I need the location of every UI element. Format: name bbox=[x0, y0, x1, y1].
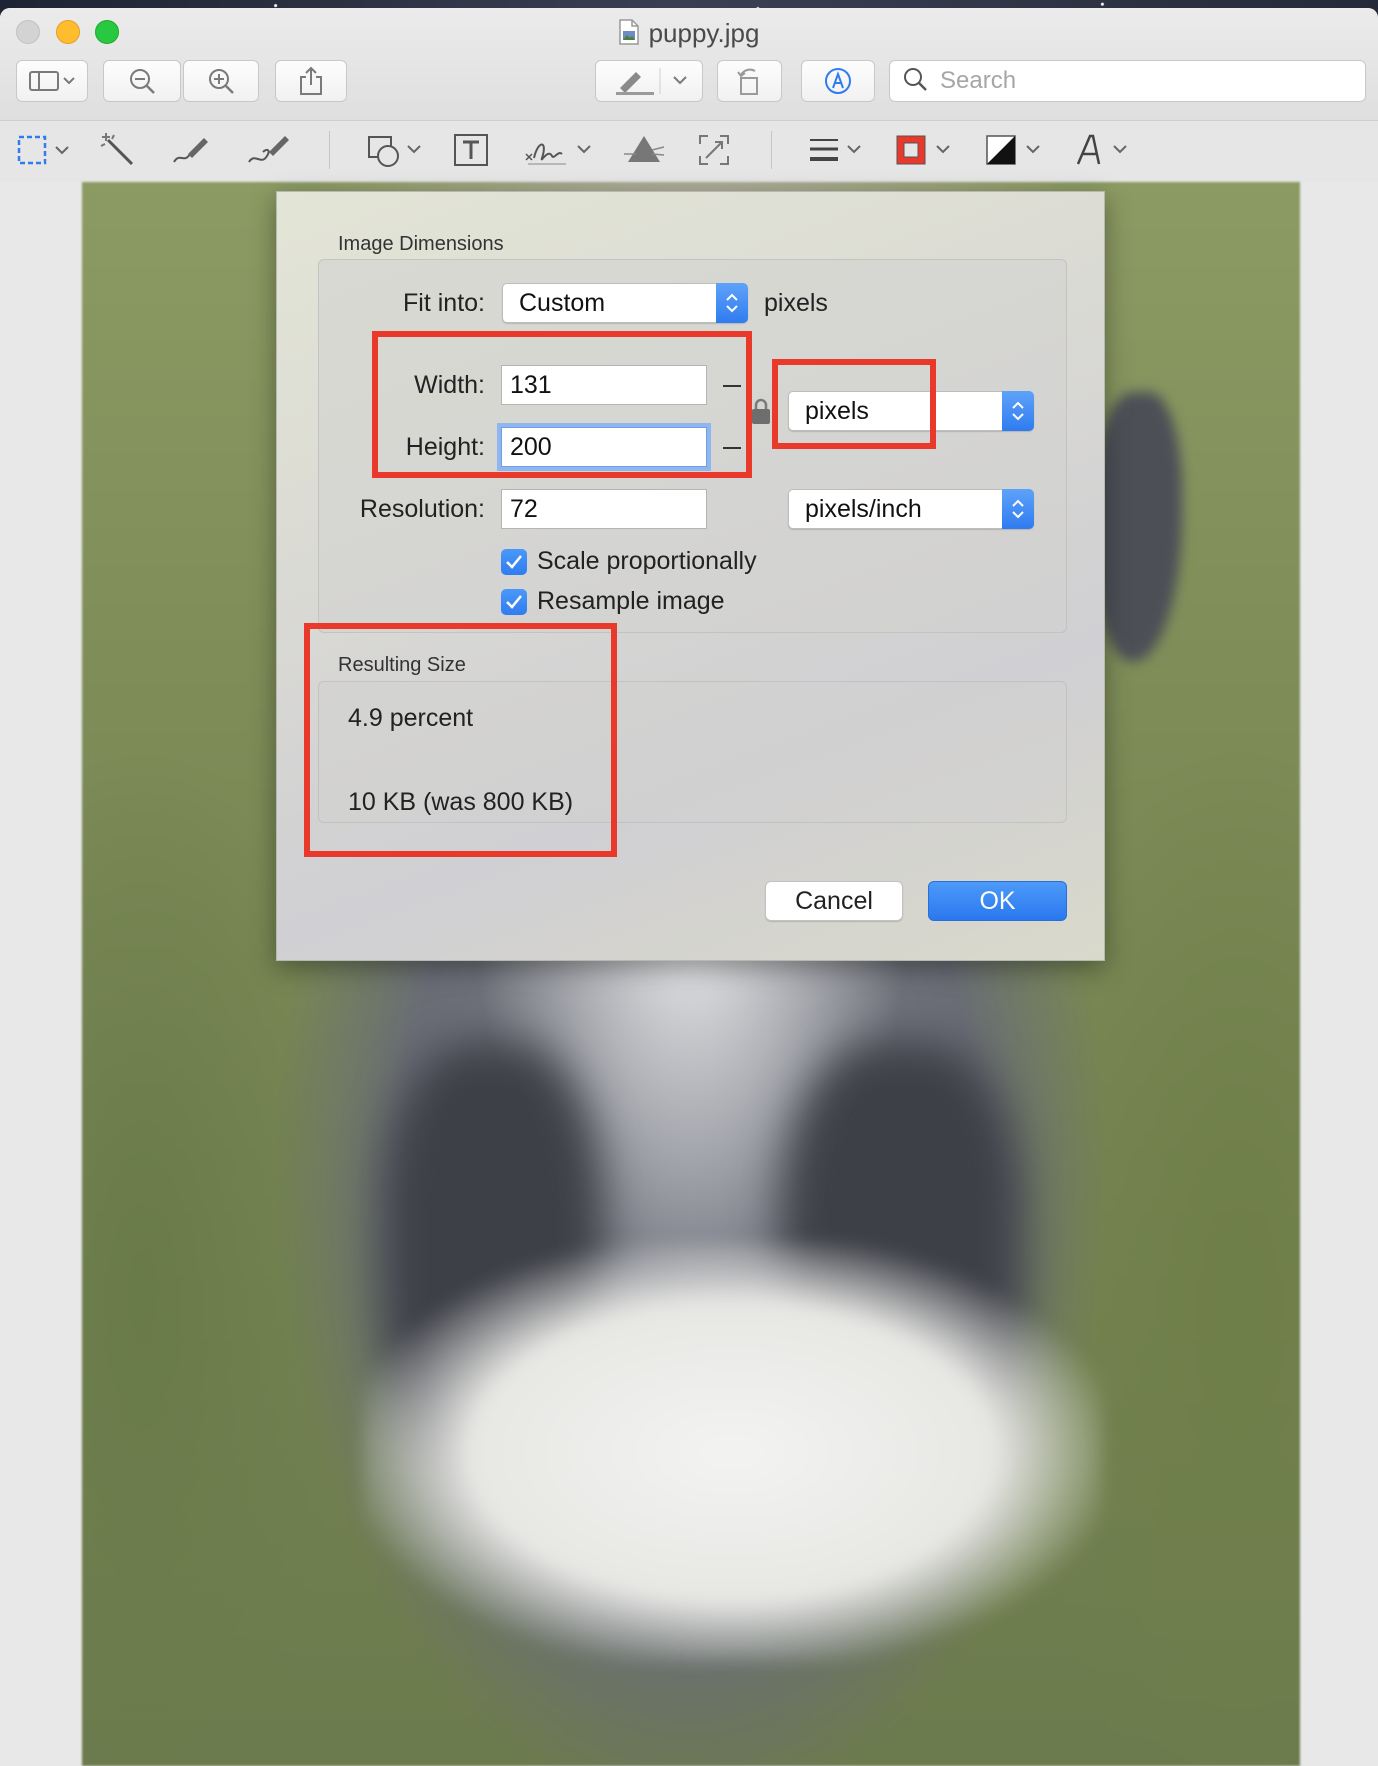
fill-color-icon bbox=[985, 132, 1047, 173]
draw-icon bbox=[245, 132, 293, 173]
window-title: puppy.jpg bbox=[0, 18, 1378, 49]
up-down-arrows-icon bbox=[1002, 489, 1034, 529]
resample-image-checkbox[interactable]: Resample image bbox=[501, 587, 725, 616]
adjust-size-button[interactable] bbox=[698, 133, 730, 171]
sidebar-icon bbox=[28, 69, 76, 93]
shapes-button[interactable] bbox=[366, 133, 428, 171]
window-titlebar: puppy.jpg bbox=[0, 8, 1378, 183]
fill-color-button[interactable] bbox=[985, 133, 1047, 171]
instant-alpha-button[interactable] bbox=[100, 132, 136, 173]
up-down-arrows-icon bbox=[716, 283, 748, 323]
toolbar-divider bbox=[771, 131, 772, 169]
resample-image-label: Resample image bbox=[537, 587, 725, 615]
puppy-ear bbox=[1092, 392, 1182, 662]
markup-toolbar-button[interactable] bbox=[801, 60, 875, 102]
window-title-text: puppy.jpg bbox=[648, 18, 760, 48]
search-field[interactable] bbox=[889, 60, 1366, 102]
draw-button[interactable] bbox=[245, 133, 293, 171]
checkmark-icon bbox=[501, 548, 527, 575]
prism-icon bbox=[622, 132, 666, 173]
shape-style-button[interactable] bbox=[808, 133, 866, 171]
border-color-button[interactable] bbox=[895, 133, 957, 171]
resolution-unit-value: pixels/inch bbox=[805, 494, 922, 523]
fit-into-unit-label: pixels bbox=[764, 289, 828, 317]
preview-window: puppy.jpg Search Image Dimensions Fit in… bbox=[0, 8, 1378, 1766]
share-icon bbox=[298, 66, 324, 96]
search-input[interactable] bbox=[938, 66, 1342, 96]
scale-proportionally-label: Scale proportionally bbox=[537, 547, 757, 575]
magic-wand-icon bbox=[100, 132, 136, 173]
rectangular-selection-icon bbox=[16, 133, 76, 172]
line-style-icon bbox=[808, 132, 866, 173]
markup-icon bbox=[823, 66, 853, 96]
text-style-button[interactable] bbox=[1074, 133, 1136, 171]
share-button[interactable] bbox=[275, 60, 347, 102]
sign-button[interactable] bbox=[524, 133, 596, 171]
markup-toolbar bbox=[0, 120, 1378, 183]
cancel-button[interactable]: Cancel bbox=[765, 881, 903, 921]
resolution-label: Resolution: bbox=[359, 495, 485, 523]
zoom-out-button[interactable] bbox=[103, 60, 181, 102]
checkmark-icon bbox=[501, 588, 527, 615]
highlight-resulting-size bbox=[304, 623, 617, 857]
zoom-out-icon bbox=[128, 67, 156, 95]
rotate-icon bbox=[735, 66, 765, 96]
resolution-unit-popup[interactable]: pixels/inch bbox=[788, 489, 1034, 529]
pen-icon bbox=[614, 66, 694, 96]
scale-proportionally-checkbox[interactable]: Scale proportionally bbox=[501, 547, 757, 576]
sidebar-button[interactable] bbox=[16, 60, 88, 102]
highlight-units bbox=[772, 359, 936, 449]
image-dimensions-title: Image Dimensions bbox=[338, 233, 504, 255]
signature-icon bbox=[524, 132, 596, 173]
sketch-button[interactable] bbox=[170, 133, 212, 171]
rotate-button[interactable] bbox=[717, 60, 782, 102]
zoom-in-icon bbox=[207, 67, 235, 95]
toolbar-divider bbox=[329, 131, 330, 169]
search-icon bbox=[902, 66, 928, 97]
highlight-width-height bbox=[372, 331, 752, 478]
resize-icon bbox=[698, 134, 730, 171]
shapes-icon bbox=[366, 132, 428, 173]
zoom-in-button[interactable] bbox=[183, 60, 259, 102]
text-box-icon bbox=[453, 132, 489, 173]
ok-button[interactable]: OK bbox=[928, 881, 1067, 921]
text-button[interactable] bbox=[453, 133, 489, 171]
highlight-button[interactable] bbox=[595, 60, 703, 102]
selection-tools-button[interactable] bbox=[16, 133, 76, 171]
fit-into-popup[interactable]: Custom bbox=[502, 283, 748, 323]
fit-into-value: Custom bbox=[519, 288, 606, 317]
lock-icon[interactable] bbox=[751, 397, 771, 430]
font-icon bbox=[1074, 132, 1136, 173]
border-color-icon bbox=[895, 132, 957, 173]
document-icon bbox=[618, 19, 639, 45]
puppy-chest bbox=[362, 1242, 1102, 1662]
adjust-color-button[interactable] bbox=[622, 133, 666, 171]
resolution-input[interactable] bbox=[501, 489, 707, 529]
fit-into-label: Fit into: bbox=[403, 289, 485, 317]
up-down-arrows-icon bbox=[1002, 391, 1034, 431]
sketch-icon bbox=[170, 132, 212, 173]
